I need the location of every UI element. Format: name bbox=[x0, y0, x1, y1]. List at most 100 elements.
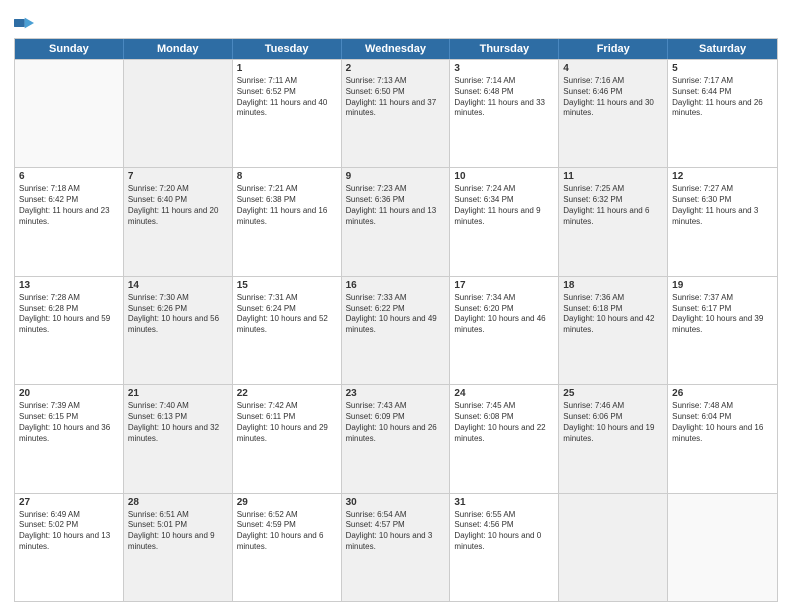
calendar-cell: 12 Sunrise: 7:27 AM Sunset: 6:30 PM Dayli… bbox=[668, 168, 777, 275]
day-number: 1 bbox=[237, 63, 337, 74]
cell-detail: Sunrise: 7:25 AM Sunset: 6:32 PM Dayligh… bbox=[563, 184, 663, 227]
day-number: 7 bbox=[128, 171, 228, 182]
cell-detail: Sunrise: 7:37 AM Sunset: 6:17 PM Dayligh… bbox=[672, 293, 773, 336]
day-number: 12 bbox=[672, 171, 773, 182]
day-number: 5 bbox=[672, 63, 773, 74]
cell-detail: Sunrise: 7:34 AM Sunset: 6:20 PM Dayligh… bbox=[454, 293, 554, 336]
day-number: 26 bbox=[672, 388, 773, 399]
day-number: 17 bbox=[454, 280, 554, 291]
calendar-cell: 31 Sunrise: 6:55 AM Sunset: 4:56 PM Dayli… bbox=[450, 494, 559, 601]
day-number: 30 bbox=[346, 497, 446, 508]
cell-detail: Sunrise: 6:52 AM Sunset: 4:59 PM Dayligh… bbox=[237, 510, 337, 553]
calendar-cell: 4 Sunrise: 7:16 AM Sunset: 6:46 PM Daylig… bbox=[559, 60, 668, 167]
general-blue-icon bbox=[14, 16, 34, 30]
header-day-friday: Friday bbox=[559, 39, 668, 59]
calendar-cell: 16 Sunrise: 7:33 AM Sunset: 6:22 PM Dayli… bbox=[342, 277, 451, 384]
day-number: 24 bbox=[454, 388, 554, 399]
day-number: 13 bbox=[19, 280, 119, 291]
calendar-cell: 20 Sunrise: 7:39 AM Sunset: 6:15 PM Dayli… bbox=[15, 385, 124, 492]
calendar-cell: 27 Sunrise: 6:49 AM Sunset: 5:02 PM Dayli… bbox=[15, 494, 124, 601]
cell-detail: Sunrise: 7:46 AM Sunset: 6:06 PM Dayligh… bbox=[563, 401, 663, 444]
header bbox=[14, 10, 778, 32]
cell-detail: Sunrise: 6:54 AM Sunset: 4:57 PM Dayligh… bbox=[346, 510, 446, 553]
cell-detail: Sunrise: 7:11 AM Sunset: 6:52 PM Dayligh… bbox=[237, 76, 337, 119]
calendar-cell: 30 Sunrise: 6:54 AM Sunset: 4:57 PM Dayli… bbox=[342, 494, 451, 601]
calendar-cell bbox=[668, 494, 777, 601]
day-number: 14 bbox=[128, 280, 228, 291]
header-day-saturday: Saturday bbox=[668, 39, 777, 59]
calendar-body: 1 Sunrise: 7:11 AM Sunset: 6:52 PM Daylig… bbox=[15, 59, 777, 601]
calendar-cell: 7 Sunrise: 7:20 AM Sunset: 6:40 PM Daylig… bbox=[124, 168, 233, 275]
cell-detail: Sunrise: 7:48 AM Sunset: 6:04 PM Dayligh… bbox=[672, 401, 773, 444]
calendar-row-3: 20 Sunrise: 7:39 AM Sunset: 6:15 PM Dayli… bbox=[15, 384, 777, 492]
day-number: 2 bbox=[346, 63, 446, 74]
calendar-cell: 18Sunrise: 7:36 AM Sunset: 6:18 PM Dayli… bbox=[559, 277, 668, 384]
calendar-cell: 11 Sunrise: 7:25 AM Sunset: 6:32 PM Dayli… bbox=[559, 168, 668, 275]
day-number: 9 bbox=[346, 171, 446, 182]
day-number: 28 bbox=[128, 497, 228, 508]
day-number: 8 bbox=[237, 171, 337, 182]
cell-detail: Sunrise: 7:14 AM Sunset: 6:48 PM Dayligh… bbox=[454, 76, 554, 119]
calendar-cell: 19 Sunrise: 7:37 AM Sunset: 6:17 PM Dayli… bbox=[668, 277, 777, 384]
cell-detail: Sunrise: 6:51 AM Sunset: 5:01 PM Dayligh… bbox=[128, 510, 228, 553]
cell-detail: Sunrise: 7:21 AM Sunset: 6:38 PM Dayligh… bbox=[237, 184, 337, 227]
header-day-sunday: Sunday bbox=[15, 39, 124, 59]
calendar-cell: 10 Sunrise: 7:24 AM Sunset: 6:34 PM Dayli… bbox=[450, 168, 559, 275]
day-number: 20 bbox=[19, 388, 119, 399]
cell-detail: Sunrise: 7:23 AM Sunset: 6:36 PM Dayligh… bbox=[346, 184, 446, 227]
day-number: 16 bbox=[346, 280, 446, 291]
header-day-thursday: Thursday bbox=[450, 39, 559, 59]
calendar-cell: 25 Sunrise: 7:46 AM Sunset: 6:06 PM Dayli… bbox=[559, 385, 668, 492]
day-number: 3 bbox=[454, 63, 554, 74]
cell-detail: Sunrise: 7:20 AM Sunset: 6:40 PM Dayligh… bbox=[128, 184, 228, 227]
cell-detail: Sunrise: 7:17 AM Sunset: 6:44 PM Dayligh… bbox=[672, 76, 773, 119]
cell-detail: Sunrise: 7:42 AM Sunset: 6:11 PM Dayligh… bbox=[237, 401, 337, 444]
day-number: 15 bbox=[237, 280, 337, 291]
cell-detail: Sunrise: 7:27 AM Sunset: 6:30 PM Dayligh… bbox=[672, 184, 773, 227]
calendar-cell bbox=[124, 60, 233, 167]
day-number: 18 bbox=[563, 280, 663, 291]
calendar-header: SundayMondayTuesdayWednesdayThursdayFrid… bbox=[15, 39, 777, 59]
calendar-cell: 2 Sunrise: 7:13 AM Sunset: 6:50 PM Daylig… bbox=[342, 60, 451, 167]
calendar-cell: 23Sunrise: 7:43 AM Sunset: 6:09 PM Dayli… bbox=[342, 385, 451, 492]
calendar-cell: 8 Sunrise: 7:21 AM Sunset: 6:38 PM Daylig… bbox=[233, 168, 342, 275]
cell-detail: Sunrise: 7:13 AM Sunset: 6:50 PM Dayligh… bbox=[346, 76, 446, 119]
calendar-cell: 29Sunrise: 6:52 AM Sunset: 4:59 PM Dayli… bbox=[233, 494, 342, 601]
header-day-monday: Monday bbox=[124, 39, 233, 59]
header-day-tuesday: Tuesday bbox=[233, 39, 342, 59]
day-number: 31 bbox=[454, 497, 554, 508]
day-number: 6 bbox=[19, 171, 119, 182]
cell-detail: Sunrise: 7:39 AM Sunset: 6:15 PM Dayligh… bbox=[19, 401, 119, 444]
cell-detail: Sunrise: 6:55 AM Sunset: 4:56 PM Dayligh… bbox=[454, 510, 554, 553]
day-number: 4 bbox=[563, 63, 663, 74]
calendar-cell: 15 Sunrise: 7:31 AM Sunset: 6:24 PM Dayli… bbox=[233, 277, 342, 384]
calendar-cell: 13Sunrise: 7:28 AM Sunset: 6:28 PM Dayli… bbox=[15, 277, 124, 384]
day-number: 19 bbox=[672, 280, 773, 291]
calendar-cell: 28 Sunrise: 6:51 AM Sunset: 5:01 PM Dayli… bbox=[124, 494, 233, 601]
calendar-row-4: 27 Sunrise: 6:49 AM Sunset: 5:02 PM Dayli… bbox=[15, 493, 777, 601]
cell-detail: Sunrise: 7:24 AM Sunset: 6:34 PM Dayligh… bbox=[454, 184, 554, 227]
cell-detail: Sunrise: 7:16 AM Sunset: 6:46 PM Dayligh… bbox=[563, 76, 663, 119]
day-number: 25 bbox=[563, 388, 663, 399]
cell-detail: Sunrise: 7:43 AM Sunset: 6:09 PM Dayligh… bbox=[346, 401, 446, 444]
day-number: 10 bbox=[454, 171, 554, 182]
calendar-cell: 24Sunrise: 7:45 AM Sunset: 6:08 PM Dayli… bbox=[450, 385, 559, 492]
calendar-row-1: 6 Sunrise: 7:18 AM Sunset: 6:42 PM Daylig… bbox=[15, 167, 777, 275]
cell-detail: Sunrise: 7:33 AM Sunset: 6:22 PM Dayligh… bbox=[346, 293, 446, 336]
page: SundayMondayTuesdayWednesdayThursdayFrid… bbox=[0, 0, 792, 612]
cell-detail: Sunrise: 7:30 AM Sunset: 6:26 PM Dayligh… bbox=[128, 293, 228, 336]
header-day-wednesday: Wednesday bbox=[342, 39, 451, 59]
day-number: 22 bbox=[237, 388, 337, 399]
cell-detail: Sunrise: 6:49 AM Sunset: 5:02 PM Dayligh… bbox=[19, 510, 119, 553]
logo bbox=[14, 14, 37, 32]
calendar-cell: 22 Sunrise: 7:42 AM Sunset: 6:11 PM Dayli… bbox=[233, 385, 342, 492]
day-number: 11 bbox=[563, 171, 663, 182]
calendar-cell: 14 Sunrise: 7:30 AM Sunset: 6:26 PM Dayli… bbox=[124, 277, 233, 384]
calendar-cell: 6 Sunrise: 7:18 AM Sunset: 6:42 PM Daylig… bbox=[15, 168, 124, 275]
calendar-row-0: 1 Sunrise: 7:11 AM Sunset: 6:52 PM Daylig… bbox=[15, 59, 777, 167]
calendar-cell: 3 Sunrise: 7:14 AM Sunset: 6:48 PM Daylig… bbox=[450, 60, 559, 167]
cell-detail: Sunrise: 7:18 AM Sunset: 6:42 PM Dayligh… bbox=[19, 184, 119, 227]
calendar-cell: 1 Sunrise: 7:11 AM Sunset: 6:52 PM Daylig… bbox=[233, 60, 342, 167]
cell-detail: Sunrise: 7:31 AM Sunset: 6:24 PM Dayligh… bbox=[237, 293, 337, 336]
day-number: 27 bbox=[19, 497, 119, 508]
